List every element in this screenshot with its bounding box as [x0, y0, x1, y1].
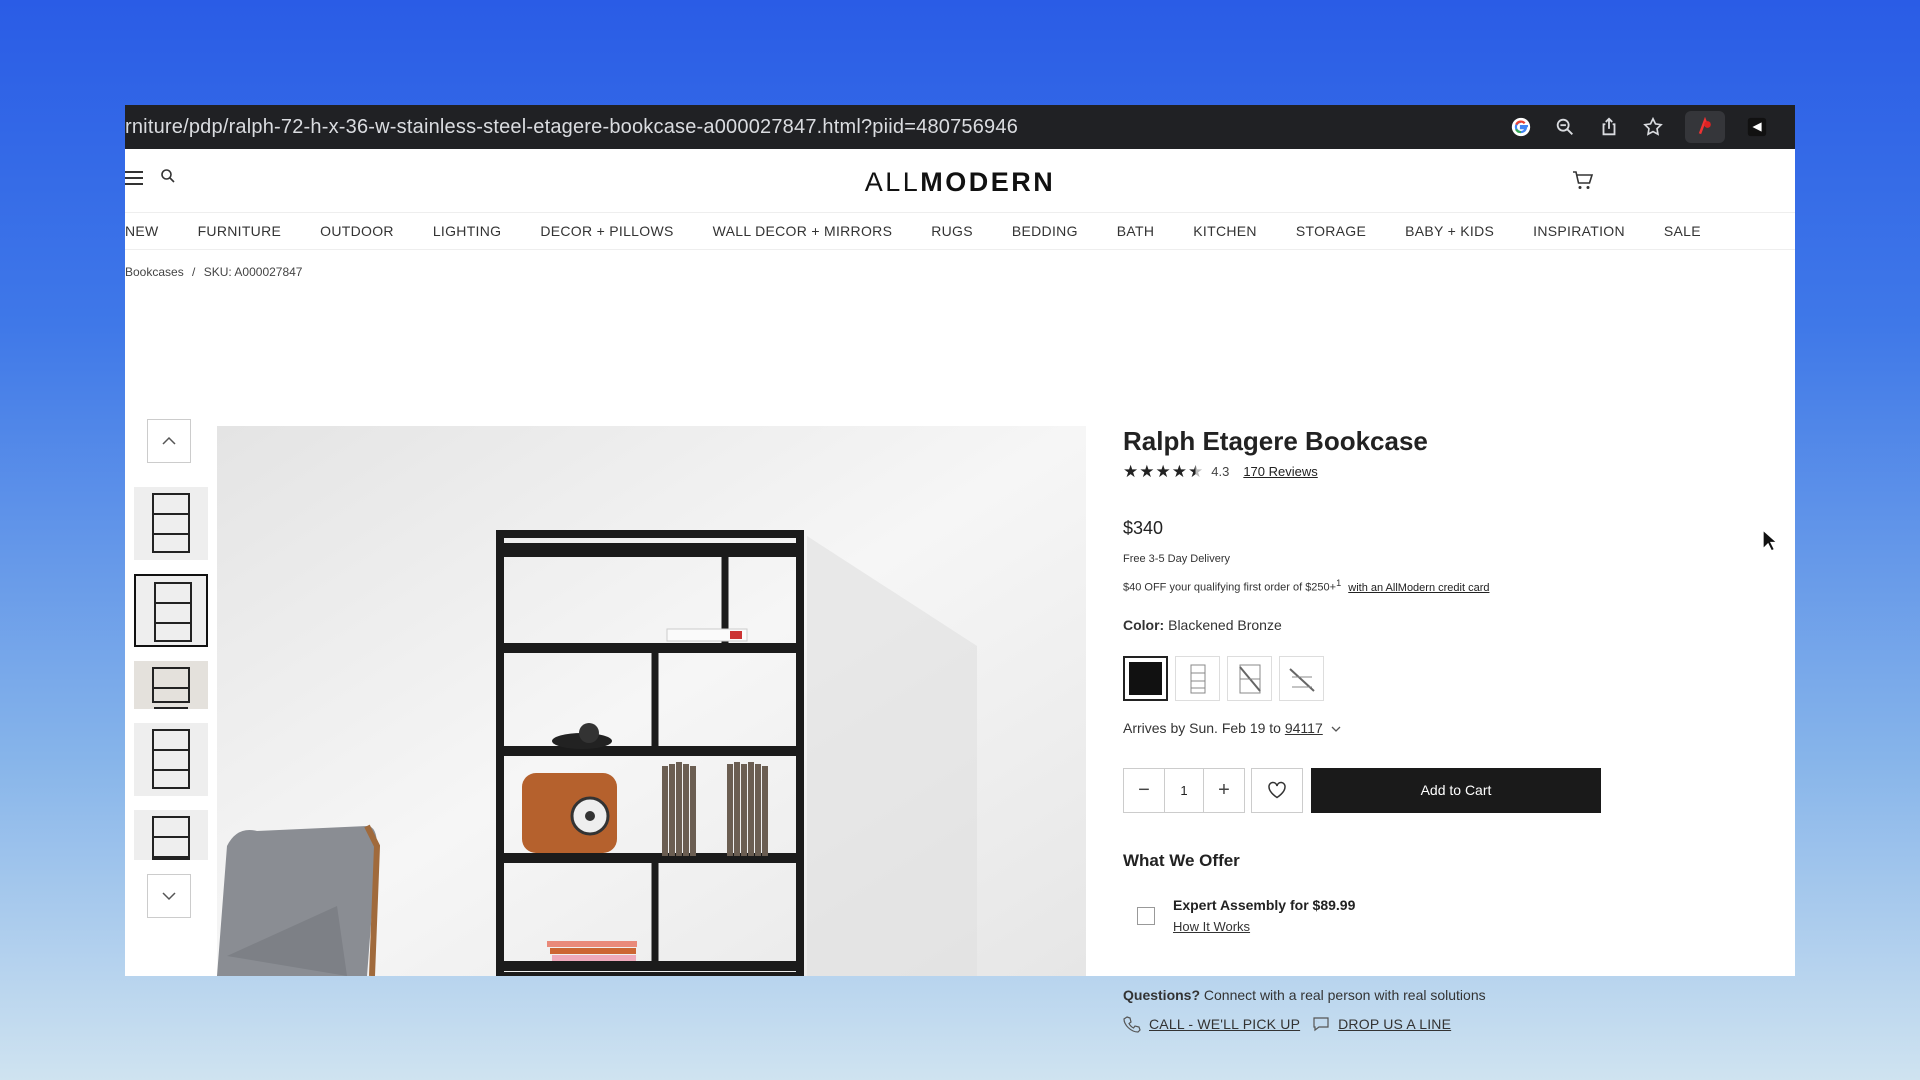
nav-item-outdoor[interactable]: OUTDOOR: [320, 223, 394, 239]
questions-text: Questions? Connect with a real person wi…: [1123, 986, 1486, 1003]
half-star-icon: ★: [1188, 462, 1204, 481]
contact-row: CALL - WE'LL PICK UP DROP US A LINE: [1123, 1015, 1643, 1033]
thumbnail-5[interactable]: [134, 810, 208, 860]
breadcrumb-bookcases[interactable]: Bookcases: [125, 265, 184, 279]
cart-icon[interactable]: [1571, 168, 1595, 192]
credit-card-link[interactable]: with an AllModern credit card: [1348, 582, 1489, 594]
breadcrumb: Bookcases / SKU: A000027847: [125, 250, 1795, 290]
nav-item-rugs[interactable]: RUGS: [931, 223, 973, 239]
star-rating: ★ ★ ★ ★ ★: [1123, 463, 1203, 480]
chat-icon: [1313, 1017, 1329, 1031]
site-header: ALLMODERN: [125, 149, 1795, 213]
phone-icon: [1123, 1015, 1141, 1033]
zoom-icon[interactable]: [1553, 115, 1577, 139]
product-price: $340: [1123, 518, 1164, 538]
send-icon[interactable]: [1745, 115, 1769, 139]
mouse-cursor-icon: [1762, 528, 1779, 558]
rating-value: 4.3: [1211, 464, 1230, 479]
nav-item-baby-kids[interactable]: BABY + KIDS: [1405, 223, 1494, 239]
nav-item-bath[interactable]: BATH: [1117, 223, 1155, 239]
swatch-option-3[interactable]: [1227, 655, 1272, 701]
thumbnail-up-button[interactable]: [147, 419, 191, 463]
color-swatches: [1123, 655, 1643, 701]
bookcase-photo: [217, 426, 1086, 976]
bookmark-star-icon[interactable]: [1641, 115, 1665, 139]
thumbnail-column: [131, 419, 211, 918]
star-icon: ★: [1171, 462, 1187, 481]
nav-item-furniture[interactable]: FURNITURE: [198, 223, 282, 239]
thumbnail-1[interactable]: [134, 487, 208, 560]
swatch-option-4[interactable]: [1279, 655, 1324, 701]
quantity-stepper: − 1 +: [1123, 767, 1245, 813]
add-to-cart-button[interactable]: Add to Cart: [1311, 767, 1601, 813]
swatch-blackened-bronze[interactable]: [1123, 655, 1168, 701]
nav-item-new[interactable]: NEW: [125, 223, 159, 239]
swatch-option-2[interactable]: [1175, 655, 1220, 701]
delivery-info: Free 3-5 Day Delivery: [1123, 553, 1230, 565]
url-text[interactable]: rniture/pdp/ralph-72-h-x-36-w-stainless-…: [125, 116, 1509, 139]
decrease-quantity-button[interactable]: −: [1124, 769, 1164, 812]
share-icon[interactable]: [1597, 115, 1621, 139]
nav-item-lighting[interactable]: LIGHTING: [433, 223, 502, 239]
nav-item-kitchen[interactable]: KITCHEN: [1193, 223, 1257, 239]
drop-us-a-line-link[interactable]: DROP US A LINE: [1338, 1016, 1451, 1032]
arrival-info: Arrives by Sun. Feb 19 to 94117: [1123, 720, 1643, 736]
quantity-input[interactable]: 1: [1164, 768, 1204, 812]
chevron-down-icon[interactable]: [1331, 725, 1341, 733]
main-nav: NEW FURNITURE OUTDOOR LIGHTING DECOR + P…: [125, 213, 1795, 250]
zip-code-link[interactable]: 94117: [1285, 720, 1323, 736]
address-bar[interactable]: rniture/pdp/ralph-72-h-x-36-w-stainless-…: [125, 105, 1795, 149]
thumbnail-2[interactable]: [134, 574, 208, 647]
product-title: Ralph Etagere Bookcase: [1123, 426, 1428, 456]
star-icon: ★: [1155, 462, 1171, 481]
assembly-label: Expert Assembly for $89.99: [1173, 896, 1356, 913]
main-product-image[interactable]: [217, 426, 1086, 976]
cart-row: − 1 + Add to Cart: [1123, 767, 1643, 813]
promo-text: $40 OFF your qualifying first order of $…: [1123, 578, 1490, 594]
chevron-up-icon: [162, 436, 176, 445]
nav-item-wall-decor-mirrors[interactable]: WALL DECOR + MIRRORS: [713, 223, 893, 239]
heart-icon: [1268, 781, 1286, 799]
thumbnail-4[interactable]: [134, 723, 208, 796]
increase-quantity-button[interactable]: +: [1204, 769, 1244, 812]
reviews-link[interactable]: 170 Reviews: [1243, 464, 1317, 479]
favorite-button[interactable]: [1251, 767, 1303, 813]
nav-item-sale[interactable]: SALE: [1664, 223, 1701, 239]
rating-row: ★ ★ ★ ★ ★ 4.3 170 Reviews: [1123, 463, 1643, 480]
chevron-down-icon: [162, 892, 176, 901]
allmodern-logo[interactable]: ALLMODERN: [125, 167, 1795, 198]
how-it-works-link[interactable]: How It Works: [1173, 919, 1355, 934]
product-info: Ralph Etagere Bookcase ★ ★ ★ ★ ★ 4.3 170…: [1123, 426, 1643, 1033]
nav-item-storage[interactable]: STORAGE: [1296, 223, 1366, 239]
google-icon[interactable]: [1509, 115, 1533, 139]
nav-item-inspiration[interactable]: INSPIRATION: [1533, 223, 1625, 239]
offer-title: What We Offer: [1123, 850, 1240, 870]
star-icon: ★: [1139, 462, 1155, 481]
star-icon: ★: [1123, 462, 1139, 481]
assembly-offer: Expert Assembly for $89.99 How It Works: [1137, 897, 1643, 934]
extension-icon[interactable]: [1685, 111, 1725, 143]
breadcrumb-separator: /: [192, 265, 196, 279]
nav-item-decor-pillows[interactable]: DECOR + PILLOWS: [540, 223, 673, 239]
breadcrumb-sku: SKU: A000027847: [203, 265, 303, 279]
thumbnail-down-button[interactable]: [147, 874, 191, 918]
thumbnail-3[interactable]: [134, 661, 208, 709]
color-label: Color: Blackened Bronze: [1123, 616, 1282, 633]
assembly-checkbox[interactable]: [1137, 906, 1155, 925]
call-link[interactable]: CALL - WE'LL PICK UP: [1149, 1016, 1300, 1032]
nav-item-bedding[interactable]: BEDDING: [1012, 223, 1078, 239]
